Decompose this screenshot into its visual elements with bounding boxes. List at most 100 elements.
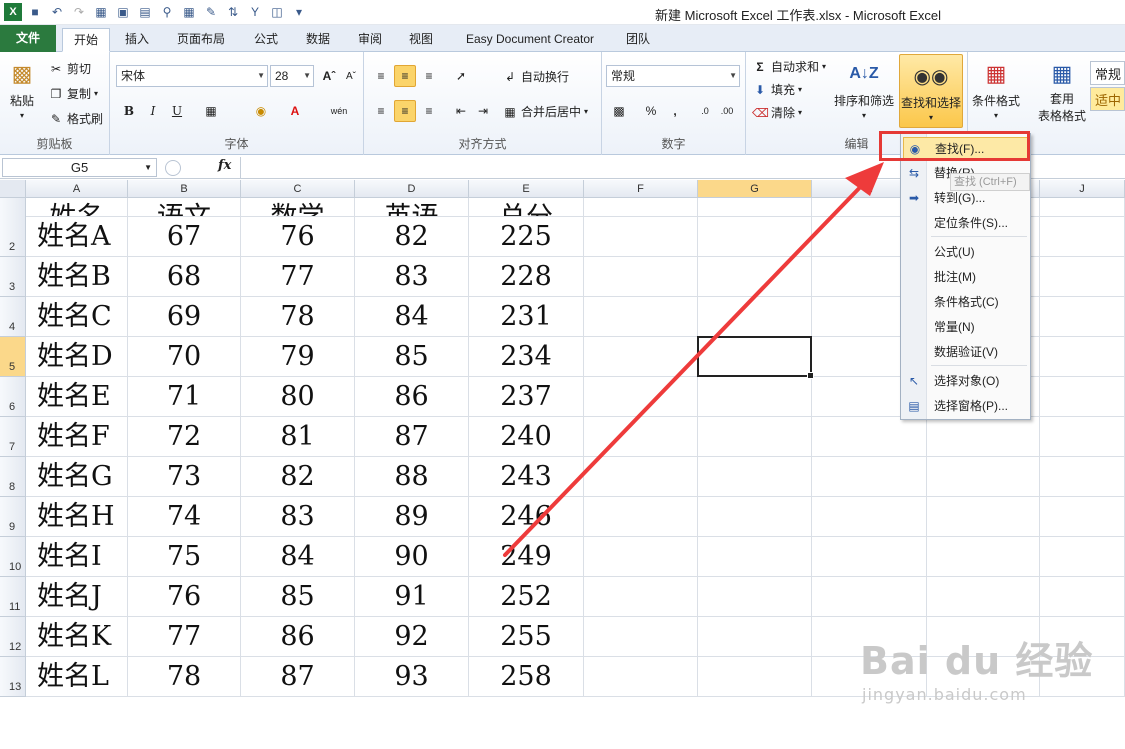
cell-f2[interactable] (584, 217, 698, 257)
decrease-indent-icon[interactable]: ⇤ (450, 100, 472, 122)
cell-a9[interactable]: 姓名H (26, 497, 128, 537)
cell-f12[interactable] (584, 617, 698, 657)
cell-b11[interactable]: 76 (128, 577, 241, 617)
cell-a2[interactable]: 姓名A (26, 217, 128, 257)
cell-h10[interactable] (812, 537, 927, 577)
row-header-6[interactable]: 6 (0, 377, 26, 417)
print-icon[interactable]: ▤ (136, 3, 154, 21)
italic-button[interactable]: I (142, 100, 164, 122)
menu-item-10[interactable]: ▤ 选择窗格(P)... (903, 395, 1028, 417)
cell-j2[interactable] (1040, 217, 1125, 257)
cell-e5[interactable]: 234 (469, 337, 584, 377)
cell-h8[interactable] (812, 457, 927, 497)
find-select-button[interactable]: ◉◉ 查找和选择 ▾ (899, 54, 963, 128)
menu-item-4[interactable]: 公式(U) (903, 241, 1028, 263)
format-as-table-button[interactable]: ▦ 套用 表格格式 (1038, 58, 1086, 124)
sort-icon[interactable]: ⇅ (224, 3, 242, 21)
cell-d9[interactable]: 89 (355, 497, 469, 537)
cell-j3[interactable] (1040, 257, 1125, 297)
menu-item-9[interactable]: ↖ 选择对象(O) (903, 370, 1028, 392)
align-right-icon[interactable]: ≡ (418, 100, 440, 122)
undo-icon[interactable]: ↶ (48, 3, 66, 21)
cell-f5[interactable] (584, 337, 698, 377)
align-bottom-icon[interactable]: ≡ (418, 65, 440, 87)
menu-item-8[interactable]: 数据验证(V) (903, 341, 1028, 363)
row-header-13[interactable]: 13 (0, 657, 26, 697)
cell-e1[interactable]: 总分 (469, 198, 584, 217)
cell-h7[interactable] (812, 417, 927, 457)
column-header-c[interactable]: C (241, 180, 355, 198)
menu-item-7[interactable]: 常量(N) (903, 316, 1028, 338)
font-color-icon[interactable]: A (284, 100, 306, 122)
cell-j8[interactable] (1040, 457, 1125, 497)
cell-f1[interactable] (584, 198, 698, 217)
align-top-icon[interactable]: ≡ (370, 65, 392, 87)
cell-b1[interactable]: 语文 (128, 198, 241, 217)
tab-review[interactable]: 审阅 (350, 28, 390, 52)
cell-g12[interactable] (698, 617, 812, 657)
cell-i10[interactable] (927, 537, 1040, 577)
fill-button[interactable]: ⬇ 填充 ▾ (752, 81, 802, 98)
cell-e2[interactable]: 225 (469, 217, 584, 257)
cell-f3[interactable] (584, 257, 698, 297)
cell-a3[interactable]: 姓名B (26, 257, 128, 297)
form-icon[interactable]: ▦ (92, 3, 110, 21)
percent-button[interactable]: % (640, 100, 662, 122)
tab-home[interactable]: 开始 (62, 28, 110, 52)
tab-formulas[interactable]: 公式 (246, 28, 286, 52)
cell-a7[interactable]: 姓名F (26, 417, 128, 457)
cell-d3[interactable]: 83 (355, 257, 469, 297)
cell-g6[interactable] (698, 377, 812, 417)
row-header-11[interactable]: 11 (0, 577, 26, 617)
cell-j4[interactable] (1040, 297, 1125, 337)
wrap-text-button[interactable]: ↲ 自动换行 (502, 68, 569, 85)
cell-d8[interactable]: 88 (355, 457, 469, 497)
cell-c7[interactable]: 81 (241, 417, 355, 457)
cell-a4[interactable]: 姓名C (26, 297, 128, 337)
cell-c9[interactable]: 83 (241, 497, 355, 537)
cell-g1[interactable] (698, 198, 812, 217)
cell-b4[interactable]: 69 (128, 297, 241, 337)
cell-j9[interactable] (1040, 497, 1125, 537)
cell-f8[interactable] (584, 457, 698, 497)
select-all-corner[interactable] (0, 180, 26, 198)
cell-a1[interactable]: 姓名 (26, 198, 128, 217)
merge-center-button[interactable]: ▦ 合并后居中 ▾ (502, 103, 588, 120)
cell-f11[interactable] (584, 577, 698, 617)
column-header-a[interactable]: A (26, 180, 128, 198)
cell-h9[interactable] (812, 497, 927, 537)
cell-d1[interactable]: 英语 (355, 198, 469, 217)
comma-button[interactable]: , (664, 100, 686, 122)
cell-a13[interactable]: 姓名L (26, 657, 128, 697)
cell-d6[interactable]: 86 (355, 377, 469, 417)
border-icon[interactable]: ▦ (180, 3, 198, 21)
cell-b10[interactable]: 75 (128, 537, 241, 577)
cell-b8[interactable]: 73 (128, 457, 241, 497)
column-header-d[interactable]: D (355, 180, 469, 198)
cell-f4[interactable] (584, 297, 698, 337)
cell-c4[interactable]: 78 (241, 297, 355, 337)
cell-e3[interactable]: 228 (469, 257, 584, 297)
cell-c8[interactable]: 82 (241, 457, 355, 497)
cell-c12[interactable]: 86 (241, 617, 355, 657)
row-header-5[interactable]: 5 (0, 337, 26, 377)
cell-e4[interactable]: 231 (469, 297, 584, 337)
cell-d13[interactable]: 93 (355, 657, 469, 697)
column-header-f[interactable]: F (584, 180, 698, 198)
active-cell-g5[interactable] (697, 336, 814, 379)
cell-c13[interactable]: 87 (241, 657, 355, 697)
tab-team[interactable]: 团队 (618, 28, 658, 52)
cell-b5[interactable]: 70 (128, 337, 241, 377)
clear-button[interactable]: ⌫ 清除 ▾ (752, 104, 802, 121)
cell-g7[interactable] (698, 417, 812, 457)
decrease-decimal-icon[interactable]: .00 (716, 100, 738, 122)
cell-b7[interactable]: 72 (128, 417, 241, 457)
bold-button[interactable]: B (118, 100, 140, 122)
cell-j6[interactable] (1040, 377, 1125, 417)
paintbrush-icon[interactable]: ✎ (202, 3, 220, 21)
currency-icon[interactable]: ▩ (608, 100, 630, 122)
cell-c6[interactable]: 80 (241, 377, 355, 417)
cell-a8[interactable]: 姓名G (26, 457, 128, 497)
cell-j11[interactable] (1040, 577, 1125, 617)
customize-qat-icon[interactable]: ▾ (290, 3, 308, 21)
